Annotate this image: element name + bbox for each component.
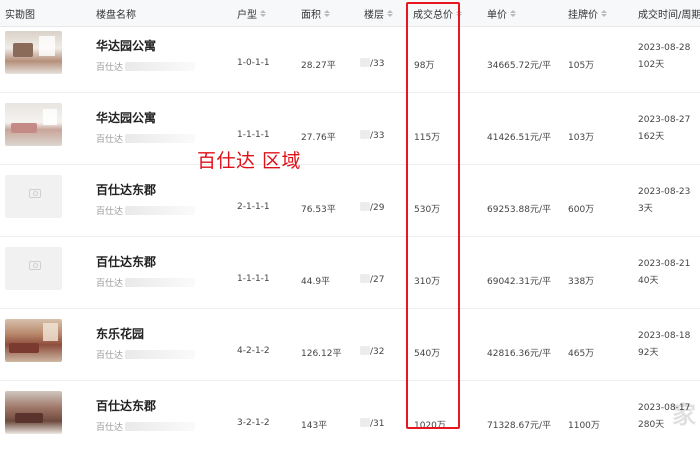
floor-cell: /33 bbox=[360, 130, 384, 141]
property-name[interactable]: 华达园公寓 bbox=[96, 109, 156, 126]
list-price-cell: 103万 bbox=[568, 133, 595, 143]
area-cell: 76.53平 bbox=[301, 205, 336, 215]
area-cell: 126.12平 bbox=[301, 349, 342, 359]
layout-cell: 2-1-1-1 bbox=[237, 202, 270, 212]
property-name[interactable]: 华达园公寓 bbox=[96, 37, 156, 54]
table-row[interactable]: 华达园公寓 百仕达 1-1-1-1 27.76平 /33 115万 41426.… bbox=[0, 92, 700, 165]
floor-cell: /29 bbox=[360, 202, 384, 213]
property-photo-placeholder[interactable] bbox=[5, 175, 62, 218]
deal-cycle: 102天 bbox=[638, 60, 665, 70]
property-address: 百仕达 bbox=[96, 276, 196, 289]
unit-price-cell: 69253.88元/平 bbox=[487, 205, 551, 215]
table-row[interactable]: 华达园公寓 百仕达 1-0-1-1 28.27平 /33 98万 34665.7… bbox=[0, 20, 700, 93]
list-price-cell: 600万 bbox=[568, 205, 595, 215]
layout-cell: 1-1-1-1 bbox=[237, 130, 270, 140]
unit-price-cell: 69042.31元/平 bbox=[487, 277, 551, 287]
layout-cell: 4-2-1-2 bbox=[237, 346, 270, 356]
property-address: 百仕达 bbox=[96, 204, 196, 217]
unit-price-cell: 41426.51元/平 bbox=[487, 133, 551, 143]
col-header-unit-price[interactable]: 单价 bbox=[487, 6, 516, 21]
property-photo[interactable] bbox=[5, 391, 62, 434]
sort-icon[interactable] bbox=[601, 10, 607, 17]
area-cell: 28.27平 bbox=[301, 61, 336, 71]
deal-cycle: 40天 bbox=[638, 276, 659, 286]
deal-cycle: 162天 bbox=[638, 132, 665, 142]
floor-cell: /27 bbox=[360, 274, 384, 285]
list-price-cell: 338万 bbox=[568, 277, 595, 287]
sort-icon[interactable] bbox=[260, 10, 266, 17]
property-photo[interactable] bbox=[5, 103, 62, 146]
property-address: 百仕达 bbox=[96, 348, 196, 361]
table-row[interactable]: 东乐花园 百仕达 4-2-1-2 126.12平 /32 540万 42816.… bbox=[0, 308, 700, 381]
deal-date: 2023-08-18 bbox=[638, 331, 691, 341]
unit-price-cell: 71328.67元/平 bbox=[487, 421, 551, 431]
deal-date: 2023-08-23 bbox=[638, 187, 691, 197]
area-cell: 44.9平 bbox=[301, 277, 331, 287]
property-name[interactable]: 百仕达东郡 bbox=[96, 253, 156, 270]
col-header-layout[interactable]: 户型 bbox=[237, 6, 266, 21]
region-annotation: 百仕达 区域 bbox=[197, 150, 302, 172]
deal-cycle: 92天 bbox=[638, 348, 659, 358]
col-header-name: 楼盘名称 bbox=[96, 10, 136, 21]
floor-cell: /31 bbox=[360, 418, 384, 429]
property-photo-placeholder[interactable] bbox=[5, 247, 62, 290]
watermark-logo: 家 bbox=[672, 401, 696, 429]
floor-cell: /33 bbox=[360, 58, 384, 69]
deal-date: 2023-08-21 bbox=[638, 259, 691, 269]
col-header-photo: 实勘图 bbox=[5, 10, 35, 21]
area-cell: 143平 bbox=[301, 421, 328, 431]
deal-cycle: 280天 bbox=[638, 420, 665, 430]
area-cell: 27.76平 bbox=[301, 133, 336, 143]
property-name[interactable]: 东乐花园 bbox=[96, 325, 144, 342]
col-header-list-price[interactable]: 挂牌价 bbox=[568, 6, 607, 21]
deal-cycle: 3天 bbox=[638, 204, 653, 214]
camera-icon bbox=[29, 189, 41, 198]
layout-cell: 1-0-1-1 bbox=[237, 58, 270, 68]
property-photo[interactable] bbox=[5, 31, 62, 74]
col-header-deal-time[interactable]: 成交时间/周期 bbox=[638, 6, 700, 21]
table-row[interactable]: 百仕达东郡 百仕达 3-2-1-2 143平 /31 1020万 71328.6… bbox=[0, 380, 700, 452]
property-photo[interactable] bbox=[5, 319, 62, 362]
property-address: 百仕达 bbox=[96, 420, 196, 433]
table-row[interactable]: 百仕达东郡 百仕达 2-1-1-1 76.53平 /29 530万 69253.… bbox=[0, 164, 700, 237]
sort-icon[interactable] bbox=[510, 10, 516, 17]
col-header-area[interactable]: 面积 bbox=[301, 6, 330, 21]
property-address: 百仕达 bbox=[96, 60, 196, 73]
list-price-cell: 465万 bbox=[568, 349, 595, 359]
total-price-highlight-box bbox=[406, 2, 460, 429]
sort-icon[interactable] bbox=[387, 10, 393, 17]
camera-icon bbox=[29, 261, 41, 270]
sort-icon[interactable] bbox=[324, 10, 330, 17]
floor-cell: /32 bbox=[360, 346, 384, 357]
layout-cell: 1-1-1-1 bbox=[237, 274, 270, 284]
deal-date: 2023-08-28 bbox=[638, 43, 691, 53]
col-header-floor[interactable]: 楼层 bbox=[364, 6, 393, 21]
table-row[interactable]: 百仕达东郡 百仕达 1-1-1-1 44.9平 /27 310万 69042.3… bbox=[0, 236, 700, 309]
deal-date: 2023-08-27 bbox=[638, 115, 691, 125]
list-price-cell: 105万 bbox=[568, 61, 595, 71]
layout-cell: 3-2-1-2 bbox=[237, 418, 270, 428]
property-name[interactable]: 百仕达东郡 bbox=[96, 397, 156, 414]
property-name[interactable]: 百仕达东郡 bbox=[96, 181, 156, 198]
list-price-cell: 1100万 bbox=[568, 421, 600, 431]
unit-price-cell: 34665.72元/平 bbox=[487, 61, 551, 71]
property-address: 百仕达 bbox=[96, 132, 196, 145]
unit-price-cell: 42816.36元/平 bbox=[487, 349, 551, 359]
